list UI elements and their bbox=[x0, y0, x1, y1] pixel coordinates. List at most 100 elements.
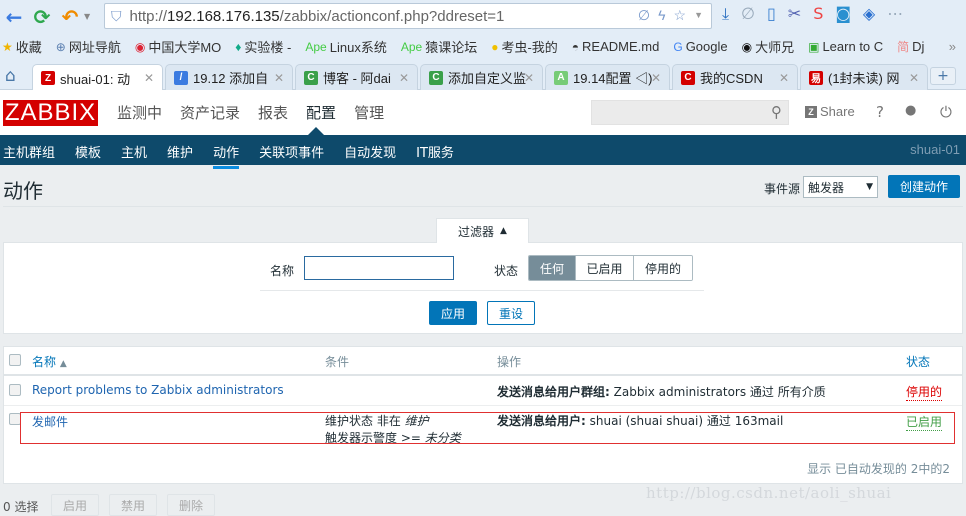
bookmark-item[interactable]: Ape Linux系统 bbox=[305, 37, 386, 56]
url-path: /zabbix/actionconf.php?ddreset=1 bbox=[279, 7, 505, 25]
reset-button[interactable]: 重设 bbox=[487, 301, 535, 325]
tab-favicon-icon: C bbox=[429, 70, 443, 85]
event-source-value: 触发器 bbox=[808, 180, 845, 195]
new-tab-button[interactable]: + bbox=[930, 67, 956, 85]
favorite-star-icon[interactable]: ☆ bbox=[674, 7, 687, 24]
close-tab-icon[interactable]: ✕ bbox=[909, 71, 919, 85]
subnav-item[interactable]: 模板 bbox=[75, 142, 101, 161]
subnav-item[interactable]: 主机群组 bbox=[3, 142, 55, 161]
bookmark-item[interactable]: ◉ 大师兄 bbox=[742, 37, 795, 56]
logout-icon[interactable]: ⏻ bbox=[940, 103, 952, 121]
bookmark-item[interactable]: 简 Dj bbox=[897, 38, 924, 55]
refresh-icon[interactable]: ⟳ bbox=[28, 3, 56, 31]
zabbix-logo[interactable]: ZABBIX bbox=[3, 100, 98, 126]
help-icon[interactable]: ? bbox=[876, 103, 884, 121]
lightning-icon[interactable]: ϟ bbox=[658, 7, 665, 24]
main-menu-item[interactable]: 配置 bbox=[306, 102, 336, 123]
main-menu-item[interactable]: 管理 bbox=[354, 102, 384, 123]
browser-tab[interactable]: Zshuai-01: 动 ✕ bbox=[32, 64, 163, 91]
bookmark-item[interactable]: ◓ README.md bbox=[572, 39, 660, 54]
close-tab-icon[interactable]: ✕ bbox=[144, 71, 154, 85]
bookmark-item[interactable]: ▣ Learn to C bbox=[808, 39, 883, 54]
column-header-status[interactable]: 状态 bbox=[906, 353, 930, 370]
back-icon[interactable]: ← bbox=[0, 3, 28, 31]
close-tab-icon[interactable]: ✕ bbox=[524, 71, 534, 85]
filter-tab-label: 过滤器 bbox=[458, 224, 495, 239]
filter-toggle-tab[interactable]: 过滤器 ▲ bbox=[436, 218, 529, 243]
main-menu-item[interactable]: 资产记录 bbox=[180, 102, 240, 123]
browser-tab[interactable]: A 19.14配置 ◁) ✕ bbox=[545, 64, 670, 90]
collapse-up-icon: ▲ bbox=[500, 226, 507, 236]
status-option[interactable]: 已启用 bbox=[575, 256, 633, 280]
phone-icon[interactable]: ▯ bbox=[767, 4, 776, 24]
search-tool-icon[interactable]: ◙ bbox=[835, 4, 851, 24]
main-menu-item[interactable]: 报表 bbox=[258, 102, 288, 123]
close-tab-icon[interactable]: ✕ bbox=[651, 71, 661, 85]
bookmark-item[interactable]: ★ 收藏 bbox=[2, 37, 42, 56]
browser-tab[interactable]: C 我的CSDN ✕ bbox=[672, 64, 798, 90]
bookmark-item[interactable]: G Google bbox=[673, 39, 727, 54]
bookmark-item[interactable]: Ape 猿课论坛 bbox=[401, 37, 477, 56]
bookmark-item[interactable]: ◉ 中国大学MO bbox=[135, 37, 221, 56]
status-toggle-disabled[interactable]: 停用的 bbox=[906, 383, 943, 401]
browser-tab[interactable]: C 添加自定义监 ✕ bbox=[420, 64, 543, 90]
more-bookmarks-icon[interactable]: » bbox=[949, 39, 956, 54]
subnav-item[interactable]: IT服务 bbox=[416, 142, 454, 161]
browser-tab[interactable]: 易 (1封未读) 网 ✕ bbox=[800, 64, 928, 90]
status-option[interactable]: 停用的 bbox=[633, 256, 692, 280]
more-icon[interactable]: ⋯ bbox=[887, 4, 903, 24]
filter-name-label: 名称 bbox=[270, 264, 295, 278]
filter-name-input[interactable] bbox=[304, 256, 454, 280]
bookmark-item[interactable]: ♦ 实验楼 - bbox=[235, 37, 291, 56]
status-option[interactable]: 任何 bbox=[529, 256, 575, 280]
column-header-name[interactable]: 名称 ▲ bbox=[32, 353, 67, 370]
home-icon[interactable]: ⌂ bbox=[5, 66, 16, 86]
subnav-item[interactable]: 自动发现 bbox=[344, 142, 396, 161]
select-all-checkbox[interactable] bbox=[9, 354, 21, 366]
leaf-icon[interactable]: ∅ bbox=[638, 7, 650, 24]
search-input[interactable]: ⚲ bbox=[591, 100, 789, 125]
action-operation: 发送消息给用户群组: Zabbix administrators 通过 所有介质 bbox=[497, 383, 826, 400]
enable-selected-button[interactable]: 启用 bbox=[51, 494, 99, 516]
subnav-item[interactable]: 主机 bbox=[121, 142, 147, 161]
shield-tool-icon[interactable]: ◈ bbox=[863, 4, 875, 24]
bookmark-label: 收藏 bbox=[15, 40, 42, 55]
undo-dropdown-icon[interactable]: ▼ bbox=[84, 12, 90, 21]
row-checkbox[interactable] bbox=[9, 384, 21, 396]
action-name-link[interactable]: Report problems to Zabbix administrators bbox=[32, 383, 284, 397]
scissors-icon[interactable]: ✂ bbox=[788, 4, 801, 24]
bookmark-label: 考虫-我的 bbox=[501, 40, 558, 55]
browser-tab[interactable]: C 博客 - 阿dai ✕ bbox=[295, 64, 418, 90]
download-icon[interactable]: ⤓ bbox=[722, 4, 729, 24]
address-bar[interactable]: ⛉ http://192.168.176.135/zabbix/actionco… bbox=[104, 3, 712, 29]
search-icon[interactable]: ⚲ bbox=[771, 103, 782, 121]
event-source-select[interactable]: 触发器 ▼ bbox=[803, 176, 878, 198]
subnav-item[interactable]: 维护 bbox=[167, 142, 193, 161]
create-action-button[interactable]: 创建动作 bbox=[888, 175, 960, 198]
subnav-item[interactable]: 关联项事件 bbox=[259, 142, 324, 161]
undo-icon[interactable]: ↶ bbox=[56, 3, 84, 31]
page-title: 动作 bbox=[3, 179, 43, 203]
disable-selected-button[interactable]: 禁用 bbox=[109, 494, 157, 516]
subnav-item[interactable]: 动作 bbox=[213, 142, 240, 169]
bookmark-label: Learn to C bbox=[822, 39, 884, 54]
tab-favicon-icon: C bbox=[304, 70, 318, 85]
close-tab-icon[interactable]: ✕ bbox=[779, 71, 789, 85]
column-header-conditions: 条件 bbox=[325, 355, 350, 369]
bookmark-item[interactable]: ● 考虫-我的 bbox=[491, 37, 558, 56]
chevron-down-icon[interactable]: ▼ bbox=[694, 7, 703, 24]
close-tab-icon[interactable]: ✕ bbox=[274, 71, 284, 85]
leaf-icon[interactable]: ∅ bbox=[741, 4, 755, 24]
apply-button[interactable]: 应用 bbox=[429, 301, 477, 325]
delete-selected-button[interactable]: 删除 bbox=[167, 494, 215, 516]
share-link[interactable]: Z Share bbox=[805, 104, 855, 119]
user-profile-icon[interactable]: ● bbox=[905, 103, 916, 118]
tab-title: 博客 - 阿dai bbox=[323, 71, 391, 86]
bookmark-label: 实验楼 - bbox=[244, 40, 292, 55]
bag-icon[interactable]: S bbox=[813, 4, 823, 24]
main-menu-item[interactable]: 监测中 bbox=[117, 102, 162, 123]
selected-count: 0 选择 bbox=[3, 500, 39, 514]
bookmark-item[interactable]: ⊕ 网址导航 bbox=[56, 37, 121, 56]
close-tab-icon[interactable]: ✕ bbox=[399, 71, 409, 85]
browser-tab[interactable]: / 19.12 添加自 ✕ bbox=[165, 64, 293, 90]
